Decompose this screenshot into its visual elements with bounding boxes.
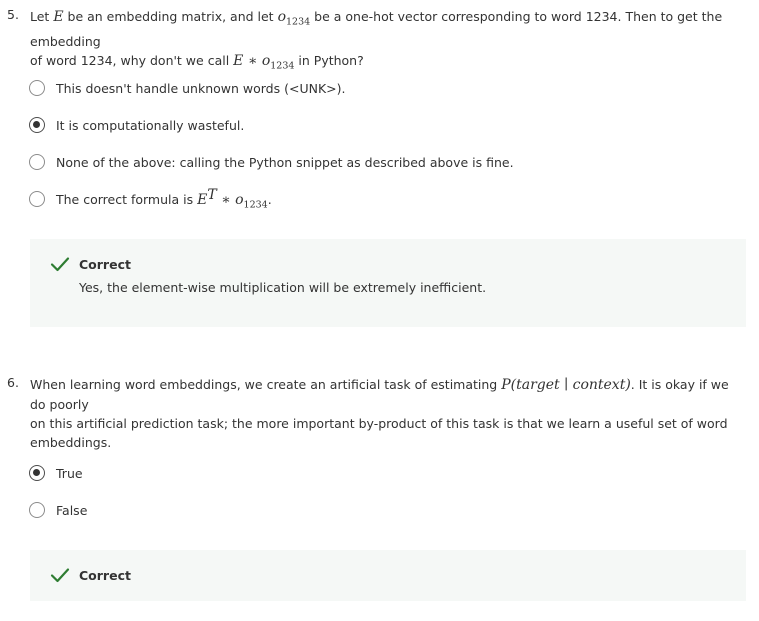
checkmark-icon — [50, 257, 70, 272]
feedback-text: Yes, the element-wise multiplication wil… — [79, 280, 487, 295]
option-label: True — [56, 465, 83, 481]
q6-option-true[interactable]: True — [29, 463, 83, 483]
radio-button[interactable] — [29, 154, 45, 170]
question-text: When learning word embeddings, we create… — [30, 375, 748, 452]
feedback-title: Correct — [79, 257, 131, 272]
radio-button[interactable] — [29, 502, 45, 518]
q5-option-2[interactable]: It is computationally wasteful. — [29, 115, 244, 135]
q5-feedback-box: Correct Yes, the element-wise multiplica… — [30, 239, 746, 327]
radio-button[interactable] — [29, 80, 45, 96]
option-label: It is computationally wasteful. — [56, 117, 245, 133]
radio-button-selected[interactable] — [29, 465, 45, 481]
option-label: This doesn't handle unknown words (<UNK>… — [56, 80, 346, 96]
feedback-title: Correct — [79, 568, 131, 583]
q5-option-3[interactable]: None of the above: calling the Python sn… — [29, 152, 514, 172]
option-label: The correct formula is ET ∗ o1234. — [56, 187, 272, 211]
checkmark-icon — [50, 568, 70, 583]
option-label: None of the above: calling the Python sn… — [56, 154, 514, 170]
question-number: 5. — [7, 7, 19, 22]
option-label: False — [56, 502, 88, 518]
question-text-line-2: of word 1234, why don't we call E ∗ o123… — [30, 52, 364, 72]
question-text: Let E be an embedding matrix, and let o1… — [30, 7, 748, 75]
question-number: 6. — [7, 375, 19, 390]
q5-option-1[interactable]: This doesn't handle unknown words (<UNK>… — [29, 78, 345, 98]
q6-option-false[interactable]: False — [29, 500, 87, 520]
q6-feedback-box: Correct — [30, 550, 746, 601]
q5-option-4[interactable]: The correct formula is ET ∗ o1234. — [29, 187, 272, 211]
radio-button-selected[interactable] — [29, 117, 45, 133]
question-text-line-1: When learning word embeddings, we create… — [30, 377, 729, 412]
question-text-line-3: embeddings. — [30, 435, 112, 450]
question-text-line-1: Let E be an embedding matrix, and let o1… — [30, 9, 723, 49]
question-text-line-2: on this artificial prediction task; the … — [30, 416, 728, 431]
radio-button[interactable] — [29, 191, 45, 207]
